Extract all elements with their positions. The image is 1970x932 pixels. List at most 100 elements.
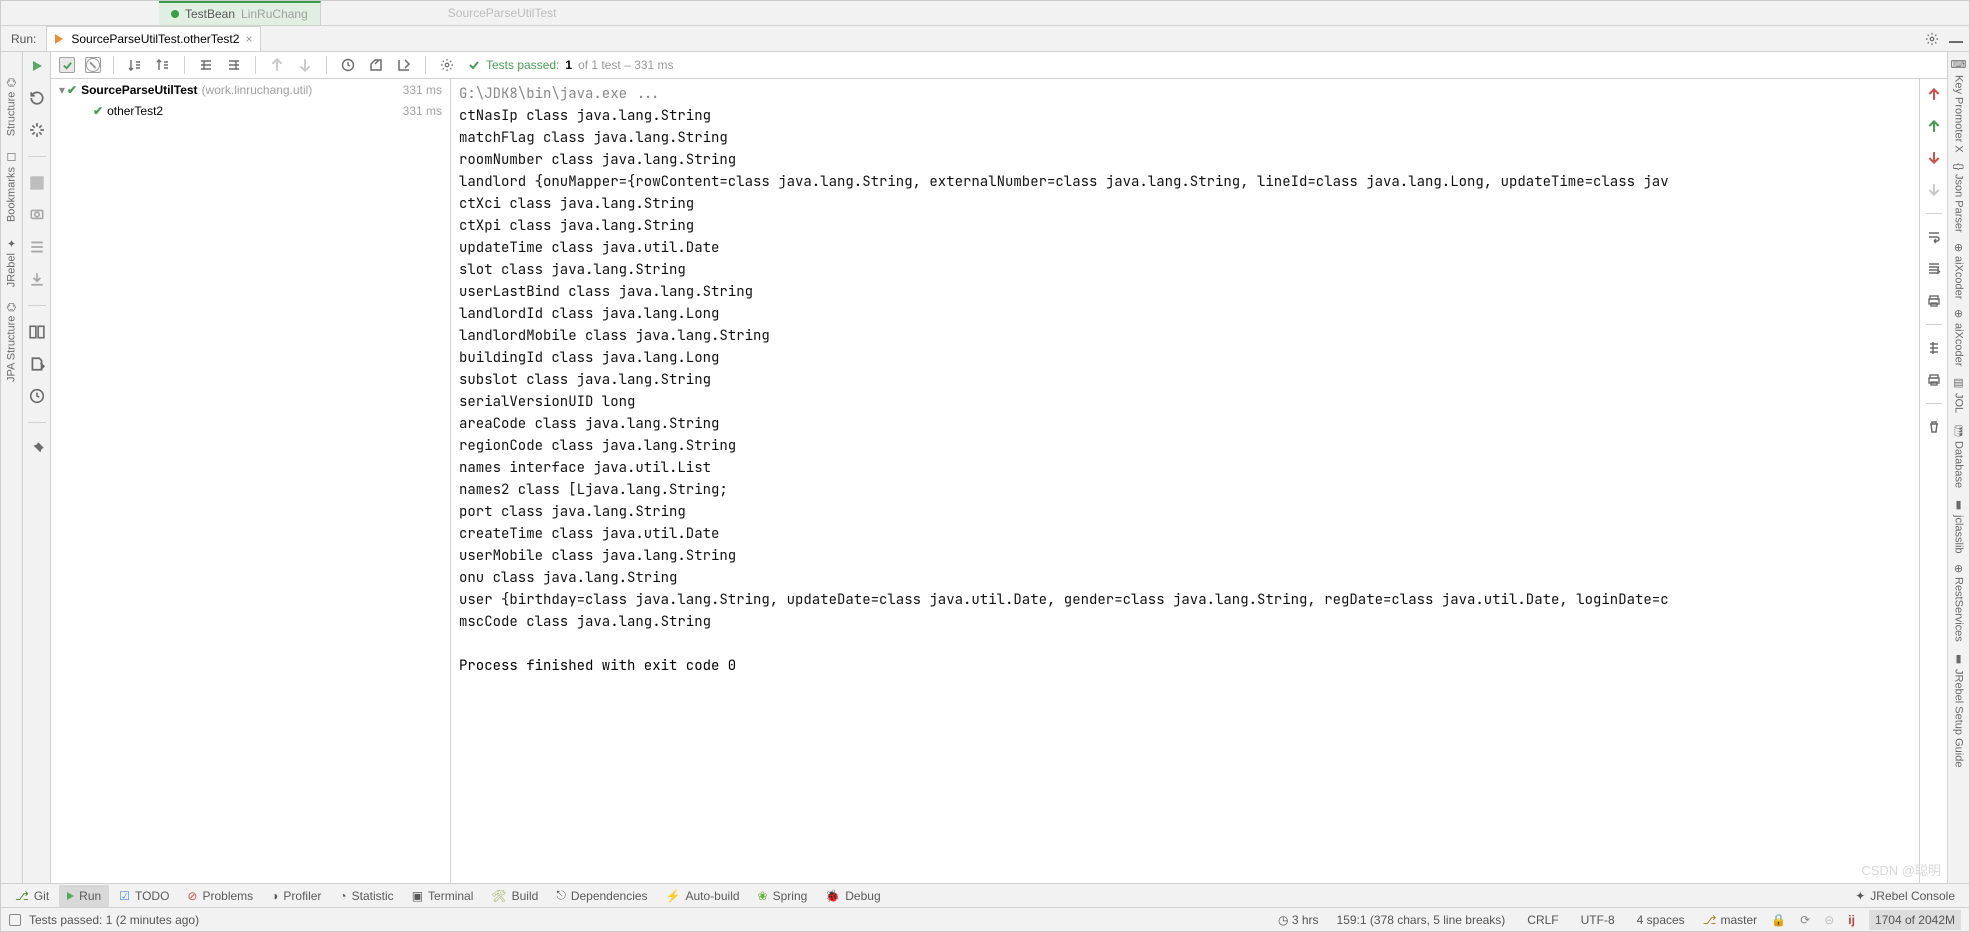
check-icon: ✔	[93, 104, 103, 118]
prev-error-button[interactable]	[1925, 85, 1943, 103]
bottom-tool-bar: ⎇Git Run ☑TODO ⊘Problems ◑Profiler ◔Stat…	[1, 883, 1969, 907]
show-passed-toggle[interactable]	[59, 57, 75, 73]
next-button[interactable]	[1925, 181, 1943, 199]
status-ide-icon[interactable]: ij	[1848, 913, 1855, 927]
caret-down-icon[interactable]: ▾	[57, 83, 67, 97]
expand-all-button[interactable]	[197, 56, 215, 74]
right-stripe-keypromoter[interactable]: ⌨ Key Promoter X	[1952, 58, 1965, 153]
test-tree[interactable]: ▾ ✔ SourceParseUtilTest (work.linruchang…	[51, 79, 451, 883]
left-stripe-bookmarks[interactable]: Bookmarks ☐	[5, 150, 18, 222]
status-indent[interactable]: 4 spaces	[1633, 913, 1689, 927]
import-tests-button[interactable]	[367, 56, 385, 74]
right-stripe-aixcoder2[interactable]: ⊕ aiXcoder	[1952, 309, 1965, 366]
status-branch[interactable]: ⎇master	[1703, 913, 1758, 927]
watermark: CSDN @聪明	[1861, 860, 1941, 879]
close-tab-icon[interactable]: ×	[245, 32, 252, 46]
hide-button[interactable]	[1949, 35, 1963, 43]
status-caret[interactable]: 159:1 (378 chars, 5 line breaks)	[1333, 913, 1510, 927]
pin-button[interactable]	[29, 441, 45, 457]
editor-tab-label: TestBean	[185, 7, 235, 21]
bottom-tab-terminal[interactable]: ▣Terminal	[404, 885, 482, 907]
no-entry-icon	[86, 58, 100, 72]
run-label: Run:	[1, 32, 46, 46]
stop-button[interactable]	[29, 175, 45, 191]
rerun-button[interactable]	[29, 58, 45, 74]
toggle-auto-button[interactable]	[29, 122, 45, 138]
editor-tab-sourceparse[interactable]: SourceParseUtilTest	[436, 1, 569, 25]
soft-wrap-button[interactable]	[1925, 228, 1943, 246]
show-ignored-toggle[interactable]	[85, 57, 101, 73]
export-tests-button[interactable]	[395, 56, 413, 74]
test-settings-button[interactable]	[438, 56, 456, 74]
bottom-tab-todo[interactable]: ☑TODO	[111, 885, 177, 907]
import-button[interactable]	[29, 271, 45, 287]
bottom-tab-jrebel[interactable]: ✦JRebel Console	[1847, 885, 1963, 907]
dump-threads-button[interactable]	[29, 207, 45, 223]
left-tool-stripe: Structure ⌬ Bookmarks ☐ JRebel ✦ JPA Str…	[1, 52, 23, 883]
scroll-end-button[interactable]	[1925, 260, 1943, 278]
bottom-tab-git[interactable]: ⎇Git	[7, 885, 57, 907]
next-error-button[interactable]	[1925, 149, 1943, 167]
clear-button[interactable]	[1925, 418, 1943, 436]
test-tree-root[interactable]: ▾ ✔ SourceParseUtilTest (work.linruchang…	[51, 79, 450, 100]
tests-passed-prefix: Tests passed:	[486, 58, 559, 72]
status-lock-icon[interactable]: 🔒	[1771, 913, 1786, 927]
green-dot-icon	[171, 10, 179, 18]
run-configuration-tab[interactable]: SourceParseUtilTest.otherTest2 ×	[46, 26, 261, 51]
rerun-failed-button[interactable]	[29, 90, 45, 106]
layout-button[interactable]	[29, 239, 45, 255]
export-button[interactable]	[29, 356, 45, 372]
status-sync-icon[interactable]: ⟳	[1800, 913, 1810, 927]
test-toolbar: Tests passed: 1 of 1 test – 331 ms	[51, 52, 1947, 79]
status-memory[interactable]: 1704 of 2042M	[1869, 910, 1961, 930]
history-button[interactable]	[29, 388, 45, 404]
status-alert-icon[interactable]: ⊝	[1824, 913, 1834, 927]
right-stripe-aixcoder1[interactable]: ⊕ aiXcoder	[1952, 243, 1965, 300]
history-side-button[interactable]	[29, 324, 45, 340]
print-button[interactable]	[1925, 292, 1943, 310]
run-side-toolbar	[23, 52, 51, 883]
diff-button[interactable]	[1925, 339, 1943, 357]
prev-button[interactable]	[1925, 117, 1943, 135]
right-stripe-jsonparser[interactable]: {}Json Parser	[1953, 163, 1965, 233]
editor-tab-testbean[interactable]: TestBean LinRuChang	[159, 1, 321, 25]
play-icon	[67, 892, 74, 900]
bottom-tab-spring[interactable]: ❀Spring	[750, 885, 816, 907]
right-stripe-jclasslib[interactable]: ▮ jclasslib	[1952, 498, 1965, 554]
console-output[interactable]: G:\JDK8\bin\java.exe ... ctNasIp class j…	[451, 79, 1919, 883]
test-history-button[interactable]	[339, 56, 357, 74]
status-project-icon[interactable]	[9, 914, 21, 926]
sort-alpha-button[interactable]	[126, 56, 144, 74]
right-stripe-jol[interactable]: ▤ JOL	[1952, 376, 1965, 413]
editor-tabs-strip: TestBean LinRuChang SourceParseUtilTest	[1, 1, 1969, 26]
bottom-tab-run[interactable]: Run	[59, 885, 109, 907]
status-bar: Tests passed: 1 (2 minutes ago) ◷ 3 hrs …	[1, 907, 1969, 931]
prev-failed-button[interactable]	[268, 56, 286, 74]
sort-duration-button[interactable]	[154, 56, 172, 74]
console-toolbar	[1919, 79, 1947, 883]
next-failed-button[interactable]	[296, 56, 314, 74]
status-eol[interactable]: CRLF	[1523, 913, 1562, 927]
left-stripe-structure[interactable]: Structure ⌬	[5, 78, 18, 136]
bottom-tab-problems[interactable]: ⊘Problems	[179, 885, 261, 907]
left-stripe-jpa[interactable]: JPA Structure ⌬	[5, 302, 18, 382]
run-tool-window-header: Run: SourceParseUtilTest.otherTest2 ×	[1, 26, 1969, 52]
collapse-all-button[interactable]	[225, 56, 243, 74]
test-tree-item[interactable]: ✔ otherTest2 331 ms	[51, 100, 450, 121]
right-stripe-rest[interactable]: ⊕ RestServices	[1952, 564, 1965, 642]
right-stripe-database[interactable]: 🛢 Database	[1952, 423, 1965, 488]
bottom-tab-profiler[interactable]: ◑Profiler	[263, 885, 329, 907]
tests-summary: Tests passed: 1 of 1 test – 331 ms	[468, 58, 673, 72]
status-encoding[interactable]: UTF-8	[1577, 913, 1619, 927]
status-message: Tests passed: 1 (2 minutes ago)	[29, 913, 199, 927]
status-time-tracking[interactable]: ◷ 3 hrs	[1278, 913, 1319, 927]
gear-icon[interactable]	[1925, 32, 1939, 46]
left-stripe-jrebel[interactable]: JRebel ✦	[5, 236, 18, 287]
print2-button[interactable]	[1925, 371, 1943, 389]
right-stripe-jrebel[interactable]: ▮ JRebel Setup Guide	[1952, 652, 1965, 767]
bottom-tab-autobuild[interactable]: ⚡Auto-build	[658, 885, 748, 907]
bottom-tab-dependencies[interactable]: ⎋Dependencies	[548, 885, 655, 907]
bottom-tab-build[interactable]: 🛠Build	[483, 885, 546, 907]
bottom-tab-debug[interactable]: 🐞Debug	[817, 885, 888, 907]
bottom-tab-statistic[interactable]: ◔Statistic	[331, 885, 401, 907]
